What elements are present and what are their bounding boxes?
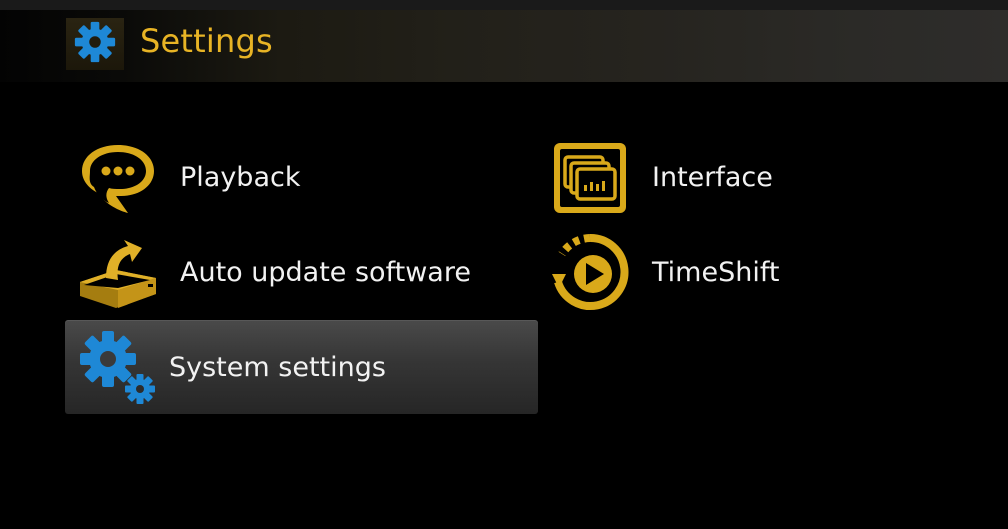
page-title: Settings: [140, 22, 273, 60]
speech-bubble-icon: [76, 135, 160, 219]
header-icon-box: [66, 18, 124, 70]
header-bar: Settings: [0, 10, 1008, 82]
menu-item-label: System settings: [169, 351, 386, 383]
menu-item-timeshift[interactable]: TimeShift: [548, 226, 978, 318]
gears-icon: [76, 325, 160, 409]
menu-item-label: Playback: [180, 161, 301, 193]
menu-item-auto-update-software[interactable]: Auto update software: [76, 226, 536, 318]
interface-screens-icon: [548, 135, 632, 219]
settings-screen: Settings Playback Interface Auto update …: [0, 0, 1008, 529]
menu-item-interface[interactable]: Interface: [548, 131, 978, 223]
box-download-icon: [76, 230, 160, 314]
menu-item-label: TimeShift: [652, 256, 780, 288]
menu-item-system-settings[interactable]: System settings: [65, 320, 538, 414]
menu-item-playback[interactable]: Playback: [76, 131, 536, 223]
gear-icon: [72, 19, 118, 69]
menu-item-label: Auto update software: [180, 256, 471, 288]
menu-item-label: Interface: [652, 161, 773, 193]
top-strip: [0, 0, 1008, 10]
timeshift-play-icon: [548, 230, 632, 314]
